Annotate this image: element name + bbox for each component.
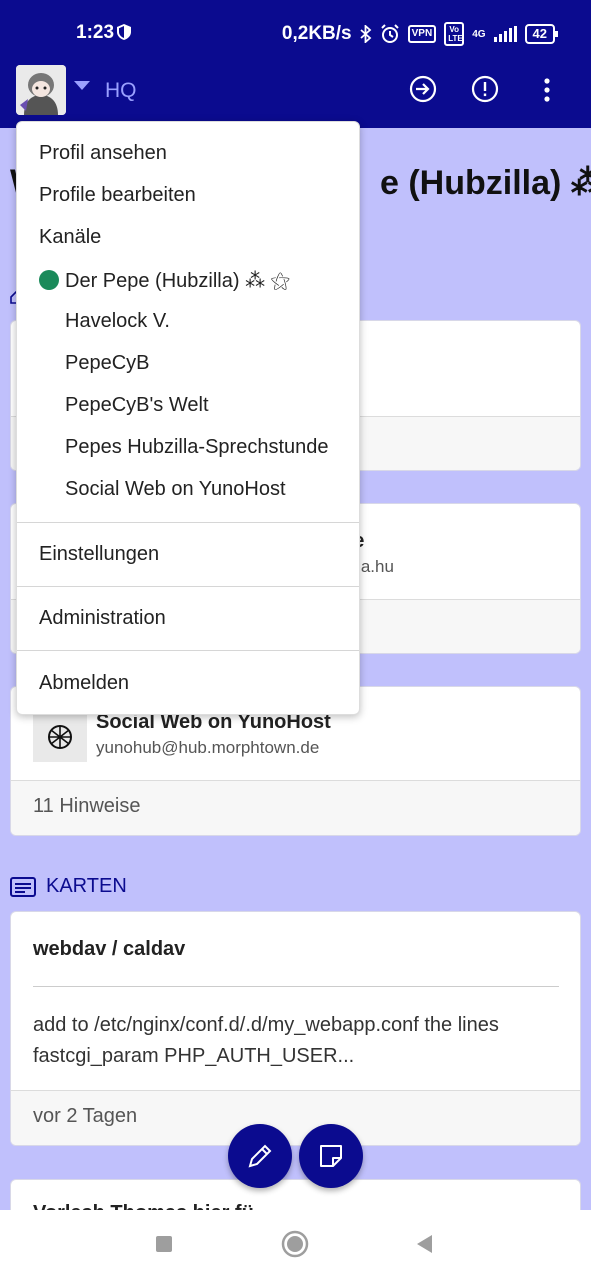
- divider: [33, 986, 559, 987]
- battery-indicator: 42: [524, 24, 559, 44]
- card-footer: vor 2 Tagen: [11, 1090, 580, 1145]
- channel-label[interactable]: HQ: [105, 79, 137, 103]
- bluetooth-icon: [360, 25, 371, 43]
- menu-item-logout[interactable]: Abmelden: [39, 672, 129, 695]
- new-note-button[interactable]: [299, 1124, 363, 1188]
- alarm-icon: [380, 24, 399, 43]
- status-right-cluster: 0,2KB/s VPN Vo LTE 4G 42: [281, 22, 559, 46]
- signal-icon: [493, 26, 517, 42]
- pencil-icon: [248, 1144, 272, 1168]
- menu-divider: [17, 522, 359, 523]
- menu-item-view-profile[interactable]: Profil ansehen: [39, 142, 167, 165]
- system-nav-bar: [0, 1210, 591, 1280]
- menu-item-channels[interactable]: Kanäle: [39, 226, 101, 249]
- channel-item[interactable]: Social Web on YunoHost: [65, 478, 286, 501]
- network-icon: [48, 725, 72, 749]
- note-date: vor 2 Tagen: [33, 1105, 138, 1127]
- page-title-end: e (Hubzilla) ⁂: [380, 164, 591, 202]
- channel-address: yunohub@hub.morphtown.de: [96, 738, 320, 757]
- channel-avatar: [33, 712, 87, 762]
- notices-count: 11 Hinweise: [33, 795, 141, 817]
- network-speed: 0,2KB/s: [281, 23, 352, 44]
- channel-item-active[interactable]: Der Pepe (Hubzilla) ⁂ ⚝: [65, 268, 290, 293]
- menu-divider: [17, 650, 359, 651]
- menu-item-edit-profiles[interactable]: Profile bearbeiten: [39, 184, 196, 207]
- channel-item[interactable]: PepeCyB: [65, 352, 150, 375]
- shield-icon: [117, 24, 131, 40]
- channel-item[interactable]: Pepes Hubzilla-Sprechstunde: [65, 436, 329, 459]
- chevron-down-icon[interactable]: [74, 81, 90, 90]
- note-title: webdav / caldav: [33, 938, 186, 960]
- avatar-image: [16, 65, 66, 115]
- status-bar: 1:23 0,2KB/s VPN Vo LTE 4G 42: [0, 0, 591, 62]
- active-channel-indicator: [39, 270, 59, 290]
- note-card[interactable]: webdav / caldav add to /etc/nginx/conf.d…: [10, 911, 581, 1146]
- alert-icon[interactable]: [471, 75, 499, 103]
- compose-post-button[interactable]: [228, 1124, 292, 1188]
- app-bar: HQ: [0, 62, 591, 128]
- account-dropdown-menu: Profil ansehen Profile bearbeiten Kanäle…: [16, 121, 360, 715]
- menu-item-settings[interactable]: Einstellungen: [39, 543, 159, 566]
- note-icon: [320, 1145, 342, 1167]
- section-label: KARTEN: [46, 875, 127, 897]
- volte-badge: Vo LTE: [444, 22, 465, 46]
- status-time: 1:23: [76, 22, 115, 43]
- back-triangle-icon[interactable]: [414, 1233, 434, 1255]
- recents-square-icon[interactable]: [154, 1234, 174, 1254]
- home-circle-icon[interactable]: [281, 1230, 309, 1258]
- more-vert-icon[interactable]: [533, 75, 561, 103]
- menu-divider: [17, 586, 359, 587]
- avatar[interactable]: [16, 65, 66, 115]
- note-body: add to /etc/nginx/conf.d/.d/my_webapp.co…: [33, 1014, 499, 1067]
- login-arrow-icon[interactable]: [409, 75, 437, 103]
- channel-item[interactable]: PepeCyB's Welt: [65, 394, 209, 417]
- network-type: 4G: [472, 28, 486, 40]
- card-footer: 11 Hinweise: [11, 780, 580, 835]
- channel-item[interactable]: Havelock V.: [65, 310, 170, 333]
- vpn-badge: VPN: [407, 25, 437, 43]
- notes-icon: [10, 876, 36, 897]
- section-header-cards: KARTEN: [10, 875, 127, 898]
- menu-item-administration[interactable]: Administration: [39, 607, 166, 630]
